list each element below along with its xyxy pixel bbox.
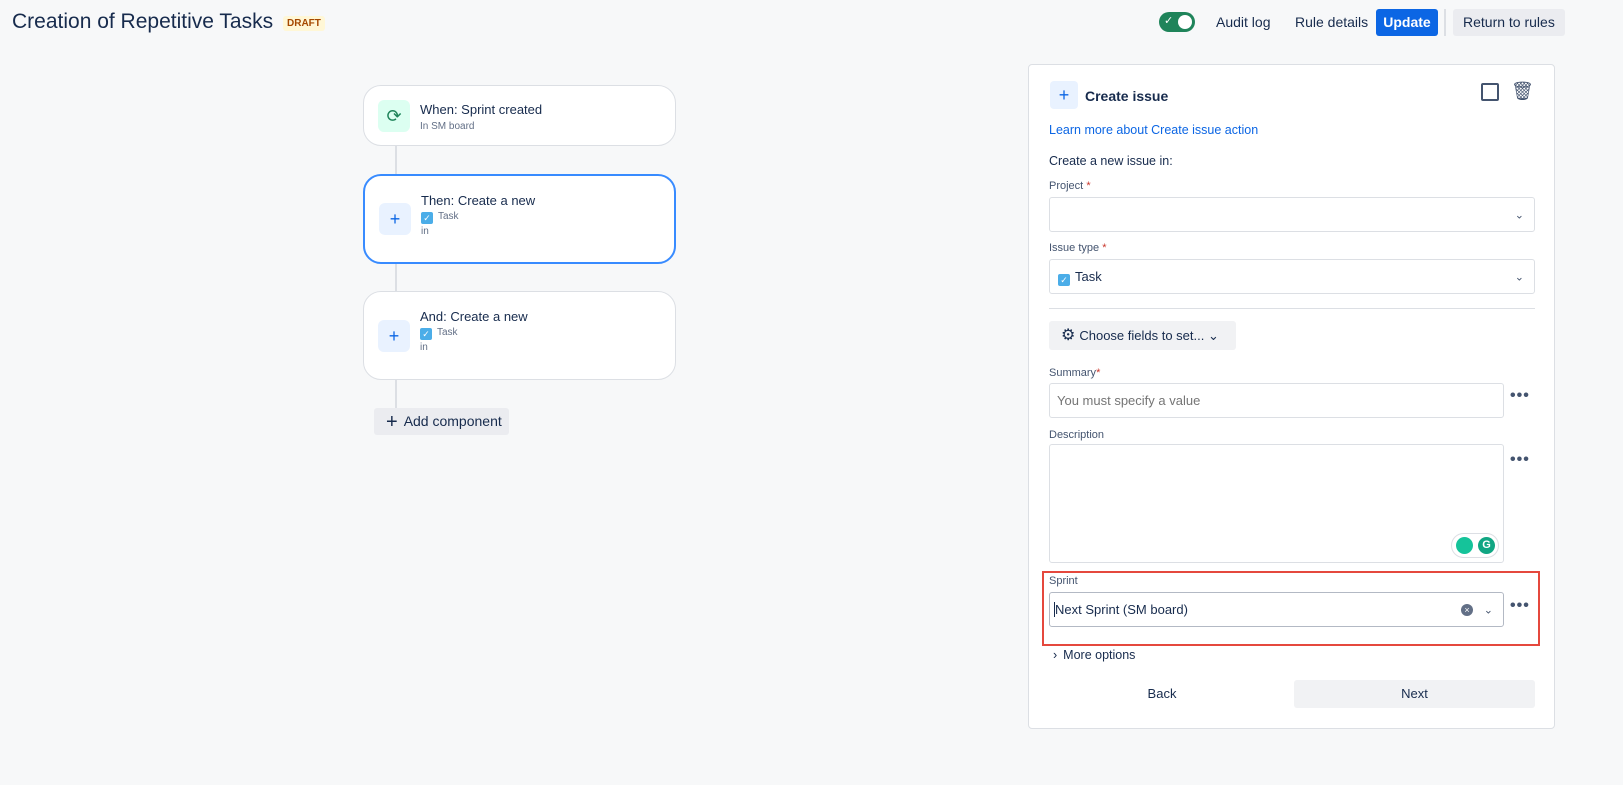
- more-options-toggle[interactable]: › More options: [1053, 648, 1135, 662]
- add-component-label: Add component: [403, 413, 502, 429]
- copy-icon[interactable]: [1481, 83, 1499, 101]
- task-icon: ✓: [420, 328, 432, 340]
- plus-icon: +: [378, 320, 410, 352]
- chevron-right-icon: ›: [1053, 648, 1058, 662]
- description-textarea[interactable]: G: [1049, 444, 1504, 563]
- intro-text: Create a new issue in:: [1049, 154, 1173, 168]
- action-location: in: [421, 226, 429, 237]
- rule-enabled-toggle[interactable]: ✓: [1159, 12, 1195, 32]
- issue-type-select[interactable]: ✓ Task ⌄: [1049, 259, 1535, 294]
- lightbulb-icon[interactable]: [1456, 537, 1473, 554]
- trigger-subtitle: In SM board: [420, 121, 475, 132]
- project-label: Project: [1049, 180, 1084, 192]
- summary-label: Summary: [1049, 367, 1097, 379]
- sprint-select[interactable]: Next Sprint (SM board) × ⌄: [1049, 592, 1504, 627]
- chevron-down-icon: ⌄: [1514, 209, 1524, 221]
- plus-icon: +: [379, 203, 411, 235]
- trash-icon[interactable]: 🗑: [1511, 81, 1534, 102]
- clear-icon[interactable]: ×: [1461, 604, 1473, 616]
- required-mark: *: [1096, 367, 1101, 379]
- action-title: Then: Create a new: [421, 193, 536, 208]
- back-button[interactable]: Back: [1049, 680, 1275, 708]
- required-mark: *: [1086, 180, 1091, 192]
- add-component-button[interactable]: + Add component: [374, 408, 509, 435]
- plus-icon: +: [1050, 81, 1078, 109]
- action-card-then[interactable]: + Then: Create a new ✓ Task in: [363, 174, 676, 264]
- sprint-label: Sprint: [1049, 575, 1078, 587]
- return-to-rules-button[interactable]: Return to rules: [1453, 9, 1565, 36]
- component-config-panel: + Create issue 🗑 Learn more about Create…: [1028, 64, 1555, 729]
- update-button[interactable]: Update: [1376, 9, 1438, 36]
- trigger-card[interactable]: ⟳ When: Sprint created In SM board: [363, 85, 676, 146]
- grammarly-icon[interactable]: G: [1478, 537, 1495, 554]
- more-icon[interactable]: •••: [1510, 387, 1530, 405]
- more-icon[interactable]: •••: [1510, 451, 1530, 469]
- task-icon: ✓: [1058, 274, 1070, 286]
- trigger-title: When: Sprint created: [420, 102, 543, 117]
- status-badge: DRAFT: [283, 16, 325, 31]
- more-options-label: More options: [1063, 648, 1136, 662]
- sprint-value: Next Sprint (SM board): [1054, 602, 1188, 617]
- choose-fields-label: Choose fields to set...: [1079, 328, 1205, 343]
- grammarly-widget[interactable]: G: [1451, 533, 1499, 558]
- panel-title: Create issue: [1085, 88, 1169, 104]
- action-title: And: Create a new: [420, 309, 528, 324]
- audit-log-button[interactable]: Audit log: [1206, 9, 1280, 36]
- page-title: Creation of Repetitive Tasks: [12, 10, 274, 33]
- action-issue-type: Task: [438, 211, 459, 222]
- required-mark: *: [1102, 242, 1107, 254]
- choose-fields-button[interactable]: ⚙ Choose fields to set... ⌄: [1049, 321, 1236, 350]
- divider: [1444, 9, 1446, 36]
- issue-type-value: Task: [1075, 269, 1102, 284]
- divider: [1049, 308, 1535, 309]
- issue-type-label: Issue type: [1049, 242, 1100, 254]
- task-icon: ✓: [421, 212, 433, 224]
- learn-more-link[interactable]: Learn more about Create issue action: [1049, 123, 1258, 137]
- project-select[interactable]: ⌄: [1049, 197, 1535, 232]
- check-icon: ✓: [1164, 15, 1174, 27]
- rule-details-button[interactable]: Rule details: [1285, 9, 1378, 36]
- chevron-down-icon: ⌄: [1514, 271, 1524, 283]
- action-card-and[interactable]: + And: Create a new ✓ Task in: [363, 291, 676, 380]
- more-icon[interactable]: •••: [1510, 597, 1530, 615]
- summary-input[interactable]: [1049, 383, 1504, 418]
- next-button[interactable]: Next: [1294, 680, 1535, 708]
- sprint-trigger-icon: ⟳: [378, 100, 410, 132]
- chevron-down-icon: ⌄: [1207, 328, 1219, 343]
- description-label: Description: [1049, 429, 1105, 441]
- action-location: in: [420, 342, 428, 353]
- action-issue-type: Task: [437, 327, 458, 338]
- plus-icon: +: [386, 411, 398, 433]
- gear-icon: ⚙: [1061, 327, 1076, 344]
- chevron-down-icon: ⌄: [1483, 604, 1493, 616]
